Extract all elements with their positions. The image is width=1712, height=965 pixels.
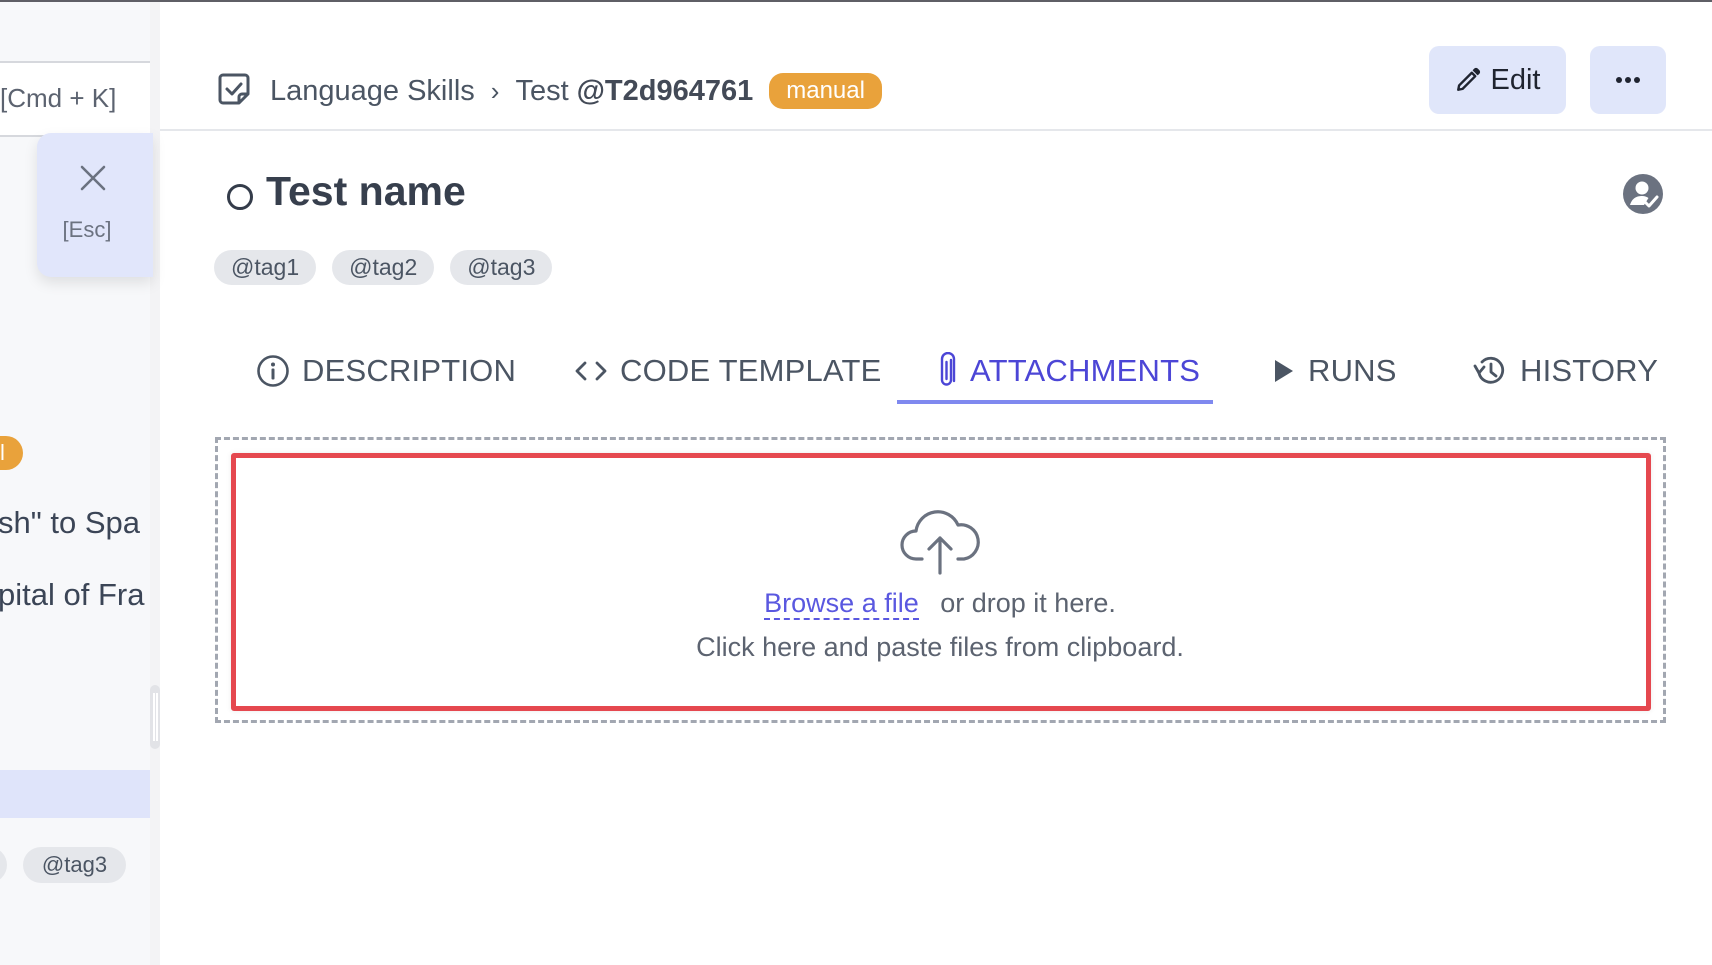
paperclip-icon xyxy=(940,352,956,386)
tag-chip[interactable]: @tag3 xyxy=(450,250,553,285)
tab-description[interactable]: DESCRIPTION xyxy=(256,336,516,406)
test-tabs: DESCRIPTION CODE TEMPLATE ATTACHMENTS RU… xyxy=(214,336,1674,406)
tab-label: ATTACHMENTS xyxy=(970,353,1201,388)
code-icon xyxy=(575,361,607,381)
sidebar-search-bar[interactable]: [Cmd + K] xyxy=(0,61,150,137)
tab-attachments[interactable]: ATTACHMENTS xyxy=(936,336,1200,406)
close-icon xyxy=(80,165,106,191)
test-id: @T2d964761 xyxy=(576,74,754,107)
pencil-icon xyxy=(1456,67,1480,91)
tab-code-template[interactable]: CODE TEMPLATE xyxy=(574,336,882,406)
drop-text: or drop it here. xyxy=(940,588,1116,618)
sidebar-tag: @tag3 xyxy=(23,847,126,883)
breadcrumb-separator: › xyxy=(490,75,500,106)
tab-label: HISTORY xyxy=(1520,353,1659,388)
tag-chip[interactable]: @tag2 xyxy=(332,250,435,285)
more-horizontal-icon xyxy=(1616,77,1640,83)
tab-label: DESCRIPTION xyxy=(302,353,517,388)
sidebar-manual-badge: l xyxy=(0,436,23,470)
browse-file-link[interactable]: Browse a file xyxy=(764,588,919,620)
sidebar-tag xyxy=(0,847,7,883)
breadcrumb-test-label: Test xyxy=(515,74,569,107)
test-type-badge: manual xyxy=(769,73,882,109)
tab-label: CODE TEMPLATE xyxy=(620,353,882,388)
close-shortcut-label: [Esc] xyxy=(62,217,112,242)
edit-button-label: Edit xyxy=(1490,63,1541,96)
history-icon xyxy=(1473,356,1505,384)
tab-runs[interactable]: RUNS xyxy=(1272,336,1397,406)
test-title: Test name xyxy=(266,168,466,214)
search-shortcut-hint: [Cmd + K] xyxy=(0,83,117,113)
sidebar-selected-item[interactable] xyxy=(0,770,150,818)
assignee-avatar-icon[interactable] xyxy=(1623,174,1663,214)
dropzone-instructions: Browse a file or drop it here. xyxy=(0,588,1712,620)
tag-chip[interactable]: @tag1 xyxy=(214,250,317,285)
checklist-icon xyxy=(218,73,250,105)
close-panel-button[interactable]: [Esc] xyxy=(37,133,153,277)
test-tags: @tag1 @tag2 @tag3 xyxy=(214,250,553,285)
breadcrumb-suite-link[interactable]: Language Skills xyxy=(270,75,475,108)
edit-button[interactable]: Edit xyxy=(1429,46,1566,114)
panel-resize-handle[interactable] xyxy=(150,685,160,749)
more-options-button[interactable] xyxy=(1590,46,1666,114)
tab-history[interactable]: HISTORY xyxy=(1472,336,1658,406)
paste-instructions[interactable]: Click here and paste files from clipboar… xyxy=(0,632,1712,663)
test-header: Language Skills › Test @T2d964761 manual… xyxy=(160,2,1712,131)
dropzone-highlight-frame xyxy=(231,453,1651,711)
cloud-upload-icon xyxy=(900,510,980,575)
play-icon xyxy=(1275,360,1293,382)
test-status-icon xyxy=(227,184,253,210)
active-tab-indicator xyxy=(897,400,1213,404)
breadcrumb: Language Skills › Test @T2d964761 manual xyxy=(270,73,882,109)
tab-label: RUNS xyxy=(1308,353,1397,388)
info-icon xyxy=(257,355,289,387)
sidebar-test-item[interactable]: sh" to Spa xyxy=(0,505,140,541)
